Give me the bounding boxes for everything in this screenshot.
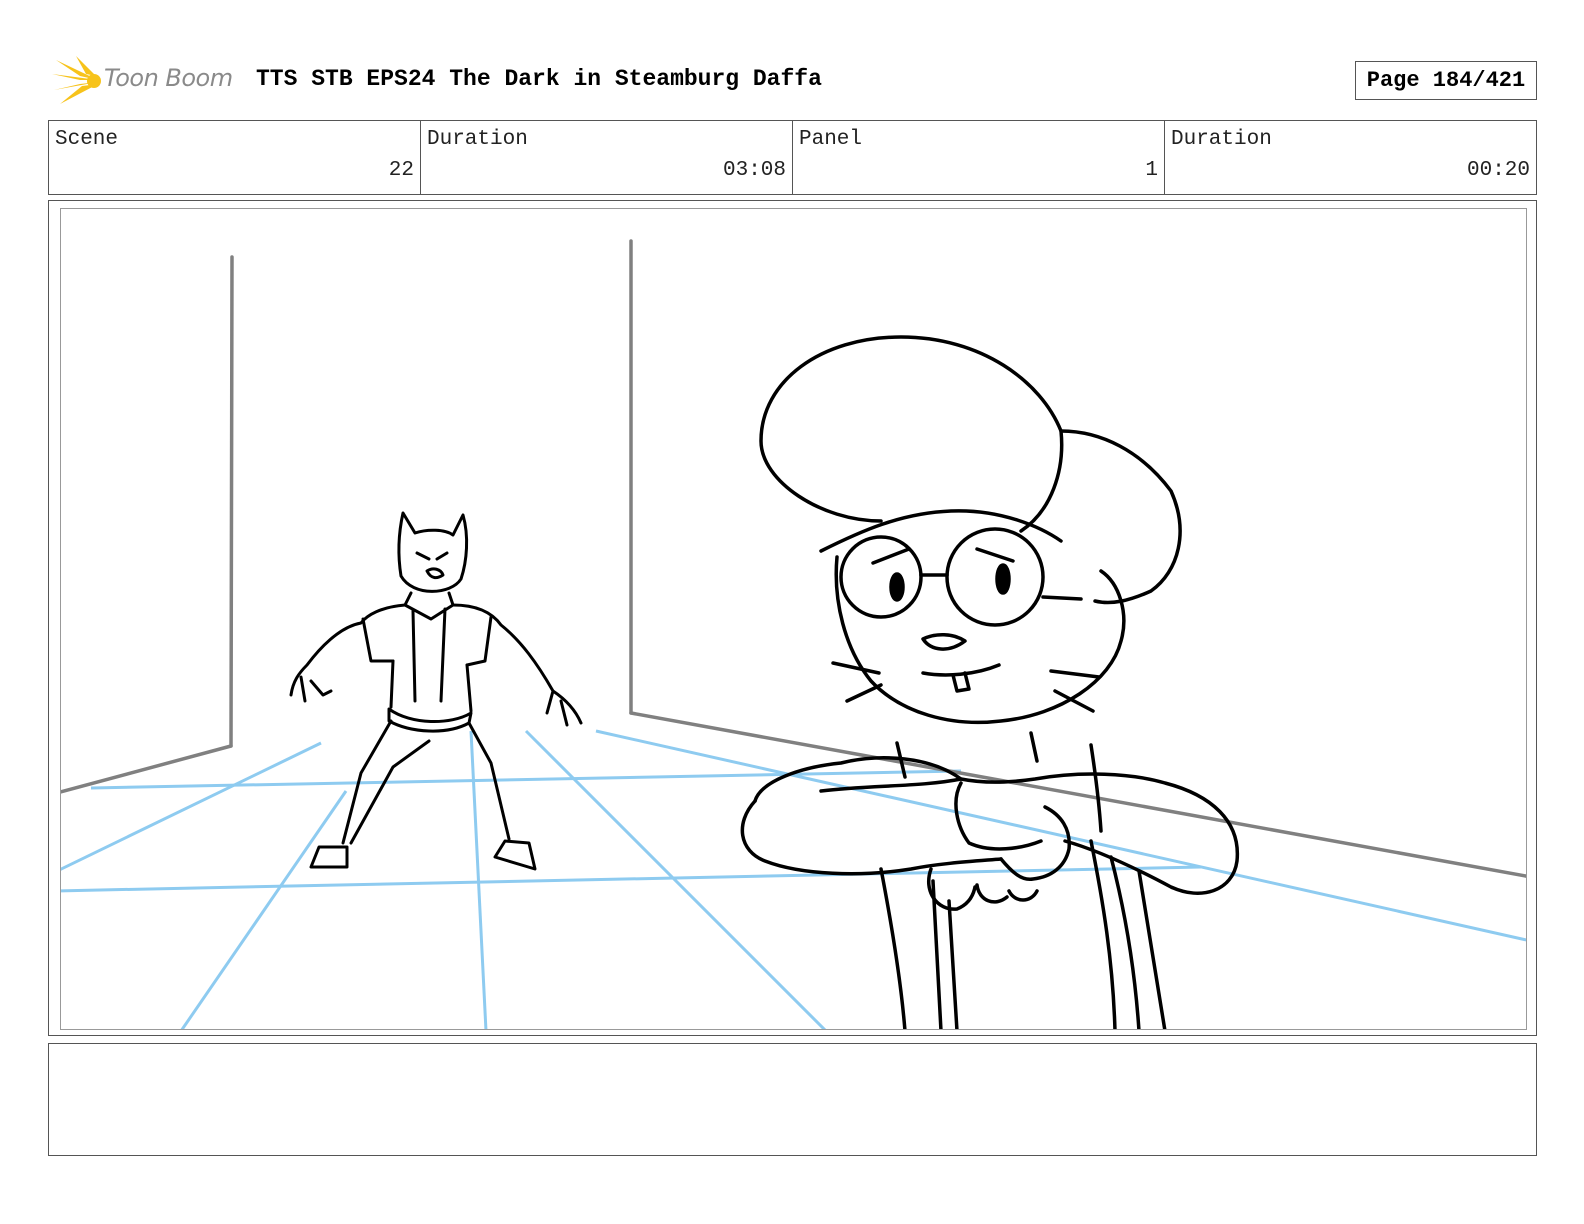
scene-label: Scene xyxy=(55,128,119,151)
page-number: Page 184/421 xyxy=(1355,61,1537,100)
scene-duration-value: 03:08 xyxy=(722,159,786,182)
panel-duration-label: Duration xyxy=(1171,128,1272,151)
storyboard-sketch xyxy=(61,239,1526,1029)
perspective-grid xyxy=(61,729,1526,1029)
panel-label: Panel xyxy=(799,128,863,151)
scene-cell: Scene 22 xyxy=(49,121,421,194)
panel-drawing-area xyxy=(60,208,1527,1030)
panel-value: 1 xyxy=(1145,159,1158,182)
panel-cell: Panel 1 xyxy=(793,121,1165,194)
room-walls xyxy=(61,239,1526,878)
brand-name: Toon Boom xyxy=(104,64,233,92)
scene-duration-cell: Duration 03:08 xyxy=(421,121,793,194)
scene-info-row: Scene 22 Duration 03:08 Panel 1 Duration… xyxy=(48,120,1537,195)
panel-duration-value: 00:20 xyxy=(1466,159,1530,182)
toon-boom-logo-icon xyxy=(52,56,101,104)
scene-duration-label: Duration xyxy=(427,128,528,151)
panel-notes-box xyxy=(48,1043,1537,1156)
girl-character xyxy=(740,335,1240,1029)
document-title: TTS STB EPS24 The Dark in Steamburg Daff… xyxy=(256,66,822,92)
cat-character xyxy=(289,511,583,871)
panel-duration-cell: Duration 00:20 xyxy=(1165,121,1536,194)
scene-value: 22 xyxy=(388,159,414,182)
